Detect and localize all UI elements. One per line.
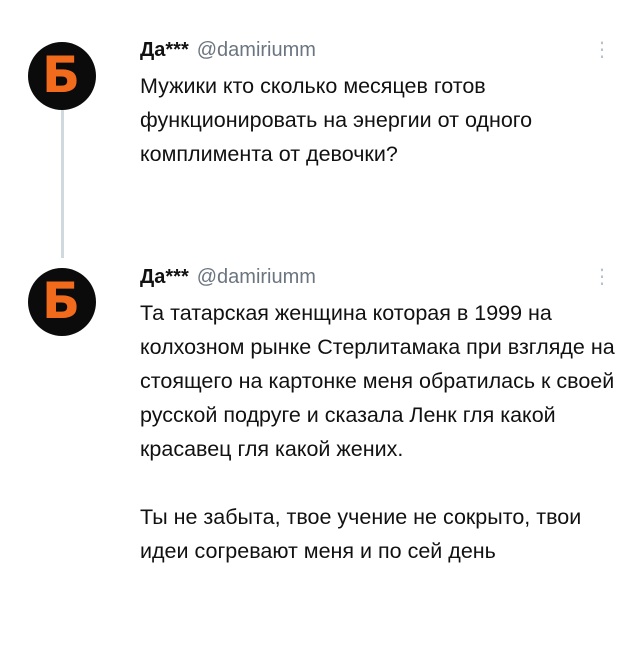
avatar-letter: Б bbox=[41, 46, 81, 104]
more-options-icon[interactable]: ⋮ bbox=[592, 40, 612, 60]
author-name[interactable]: Да*** bbox=[140, 39, 189, 61]
author-name[interactable]: Да*** bbox=[140, 266, 189, 288]
avatar[interactable]: Б bbox=[28, 268, 96, 336]
tweet-header: Да*** @damiriumm bbox=[140, 265, 316, 289]
avatar[interactable]: Б bbox=[28, 42, 96, 110]
tweet-paragraph: Мужики кто сколько месяцев готов функцио… bbox=[140, 74, 533, 166]
tweet-paragraph: Ты не забыта, твое учение не сокрыто, тв… bbox=[140, 505, 582, 563]
avatar-letter: Б bbox=[41, 272, 81, 330]
author-handle[interactable]: @damiriumm bbox=[197, 39, 316, 61]
thread-connector bbox=[61, 110, 64, 258]
tweet-paragraph: Та татарская женщина которая в 1999 на к… bbox=[140, 301, 615, 461]
tweet-header: Да*** @damiriumm bbox=[140, 38, 316, 62]
more-options-icon[interactable]: ⋮ bbox=[592, 267, 612, 287]
tweet-text: Мужики кто сколько месяцев готов функцио… bbox=[140, 69, 630, 171]
author-handle[interactable]: @damiriumm bbox=[197, 266, 316, 288]
tweet-text: Та татарская женщина которая в 1999 на к… bbox=[140, 296, 630, 568]
